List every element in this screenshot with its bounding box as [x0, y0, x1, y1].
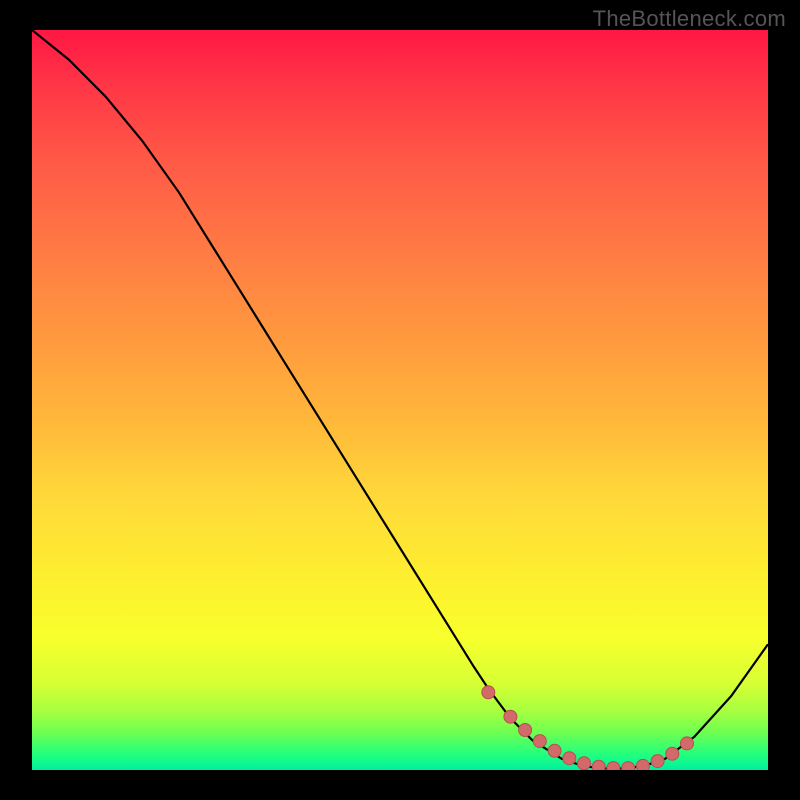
optimal-marker — [578, 757, 591, 770]
chart-plot-area — [32, 30, 768, 770]
bottleneck-curve — [32, 30, 768, 769]
optimal-marker — [592, 760, 605, 770]
optimal-marker — [519, 724, 532, 737]
optimal-marker — [666, 747, 679, 760]
optimal-range-markers — [482, 686, 694, 770]
optimal-marker — [533, 735, 546, 748]
optimal-marker — [548, 744, 561, 757]
chart-svg-overlay — [32, 30, 768, 770]
optimal-marker — [622, 762, 635, 770]
optimal-marker — [482, 686, 495, 699]
optimal-marker — [636, 759, 649, 770]
watermark-text: TheBottleneck.com — [593, 6, 786, 32]
optimal-marker — [681, 737, 694, 750]
optimal-marker — [651, 755, 664, 768]
optimal-marker — [563, 752, 576, 765]
optimal-marker — [607, 762, 620, 770]
optimal-marker — [504, 710, 517, 723]
